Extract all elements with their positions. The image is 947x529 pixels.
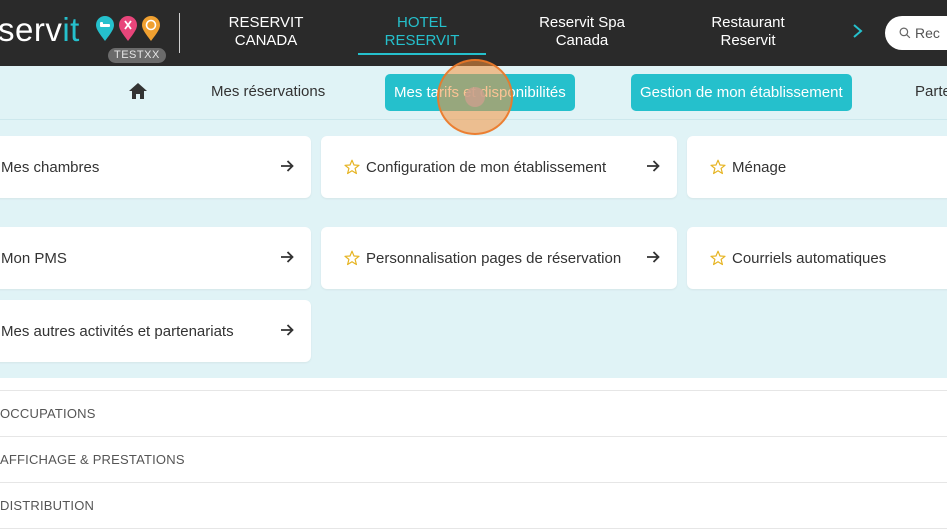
management-cards-panel: Mes chambres Configuration de mon établi… xyxy=(0,120,947,378)
nav-restaurant-reservit[interactable]: Restaurant Reservit xyxy=(705,14,791,54)
arrow-right-icon xyxy=(647,160,660,172)
search-box[interactable] xyxy=(885,16,947,50)
star-icon[interactable] xyxy=(344,159,360,175)
search-icon xyxy=(899,27,911,39)
arrow-right-icon xyxy=(647,251,660,263)
section-display-services[interactable]: AFFICHAGE & PRESTATIONS xyxy=(0,437,947,483)
card-other-activities-partnerships[interactable]: Mes autres activités et partenariats xyxy=(0,300,311,362)
star-icon[interactable] xyxy=(344,250,360,266)
star-icon[interactable] xyxy=(710,250,726,266)
nav-label-line1: Restaurant xyxy=(711,14,785,31)
settings-sections: OCCUPATIONS AFFICHAGE & PRESTATIONS DIST… xyxy=(0,378,947,529)
logo-pins xyxy=(95,16,165,46)
card-establishment-config[interactable]: Configuration de mon établissement xyxy=(321,136,677,198)
card-automatic-emails[interactable]: Courriels automatiques xyxy=(687,227,947,289)
establishment-management-tab[interactable]: Gestion de mon établissement xyxy=(631,74,852,111)
nav-label-line1: HOTEL xyxy=(396,14,447,31)
card-label: Configuration de mon établissement xyxy=(366,158,607,176)
partners-link[interactable]: Parte xyxy=(915,83,947,100)
nav-reservit-canada[interactable]: RESERVIT CANADA xyxy=(228,14,304,54)
nav-label-line2: CANADA xyxy=(234,32,298,49)
top-bar: servit TESTXX RESERVIT CANADA HOTEL RESE… xyxy=(0,0,947,66)
card-booking-page-customization[interactable]: Personnalisation pages de réservation xyxy=(321,227,677,289)
home-icon[interactable] xyxy=(128,82,148,100)
account-badge: TESTXX xyxy=(108,48,166,63)
card-label: Courriels automatiques xyxy=(732,249,887,267)
search-input[interactable] xyxy=(915,25,947,41)
card-label: Personnalisation pages de réservation xyxy=(366,249,622,267)
logo-wordmark: servit xyxy=(0,11,80,48)
active-tab-underline xyxy=(358,53,486,55)
card-housekeeping[interactable]: Ménage xyxy=(687,136,947,198)
logo-divider xyxy=(179,13,180,53)
restaurant-pin-icon xyxy=(142,16,160,41)
rates-availability-tab[interactable]: Mes tarifs et disponibilités xyxy=(385,74,575,111)
nav-reservit-spa-canada[interactable]: Reservit Spa Canada xyxy=(534,14,630,54)
star-icon[interactable] xyxy=(710,159,726,175)
section-distribution[interactable]: DISTRIBUTION xyxy=(0,483,947,529)
card-label: Mes autres activités et partenariats xyxy=(1,322,234,340)
nav-label-line1: Reservit Spa xyxy=(539,14,625,31)
card-label: Mon PMS xyxy=(1,249,67,267)
sub-navigation: Mes réservations Mes tarifs et disponibi… xyxy=(0,66,947,120)
bed-pin-icon xyxy=(96,16,114,41)
nav-label-line2: Reservit xyxy=(720,32,776,49)
nav-label-line2: RESERVIT xyxy=(384,32,460,49)
spa-pin-icon xyxy=(119,16,137,41)
card-label: Ménage xyxy=(732,158,787,176)
card-rooms[interactable]: Mes chambres xyxy=(0,136,311,198)
arrow-right-icon xyxy=(281,251,294,263)
nav-hotel-reservit[interactable]: HOTEL RESERVIT xyxy=(358,14,486,55)
nav-label-line1: RESERVIT xyxy=(228,14,304,31)
nav-label-line2: Canada xyxy=(555,32,609,49)
my-reservations-link[interactable]: Mes réservations xyxy=(211,83,325,100)
arrow-right-icon xyxy=(281,160,294,172)
section-divider xyxy=(0,378,947,391)
card-pms[interactable]: Mon PMS xyxy=(0,227,311,289)
chevron-right-icon[interactable] xyxy=(849,20,867,42)
card-label: Mes chambres xyxy=(1,158,100,176)
section-occupations[interactable]: OCCUPATIONS xyxy=(0,391,947,437)
arrow-right-icon xyxy=(281,324,294,336)
